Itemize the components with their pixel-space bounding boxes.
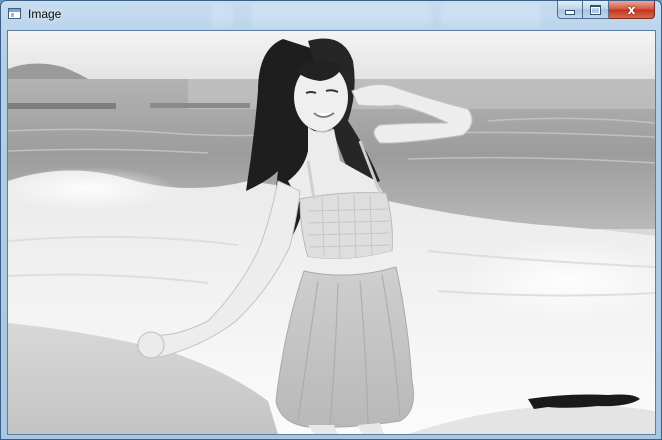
photo — [8, 31, 655, 434]
top — [299, 192, 393, 260]
eye — [305, 91, 317, 94]
image-canvas — [7, 30, 656, 435]
maximize-button[interactable] — [583, 1, 609, 19]
image-window: Image x — [0, 0, 662, 440]
minimize-button[interactable] — [557, 1, 583, 19]
pier — [8, 103, 116, 109]
window-controls: x — [557, 1, 655, 20]
pier — [150, 103, 250, 108]
title-bar[interactable]: Image x — [1, 1, 661, 29]
maximize-icon — [590, 4, 601, 15]
close-icon: x — [627, 2, 636, 17]
background-blur — [211, 4, 233, 26]
hand — [137, 331, 165, 359]
background-blur — [251, 4, 431, 26]
leg — [358, 423, 384, 434]
background-blur — [441, 4, 541, 26]
window-app-icon[interactable] — [8, 8, 21, 19]
window-title: Image — [28, 7, 62, 21]
close-button[interactable]: x — [609, 1, 655, 19]
minimize-icon — [565, 10, 575, 15]
